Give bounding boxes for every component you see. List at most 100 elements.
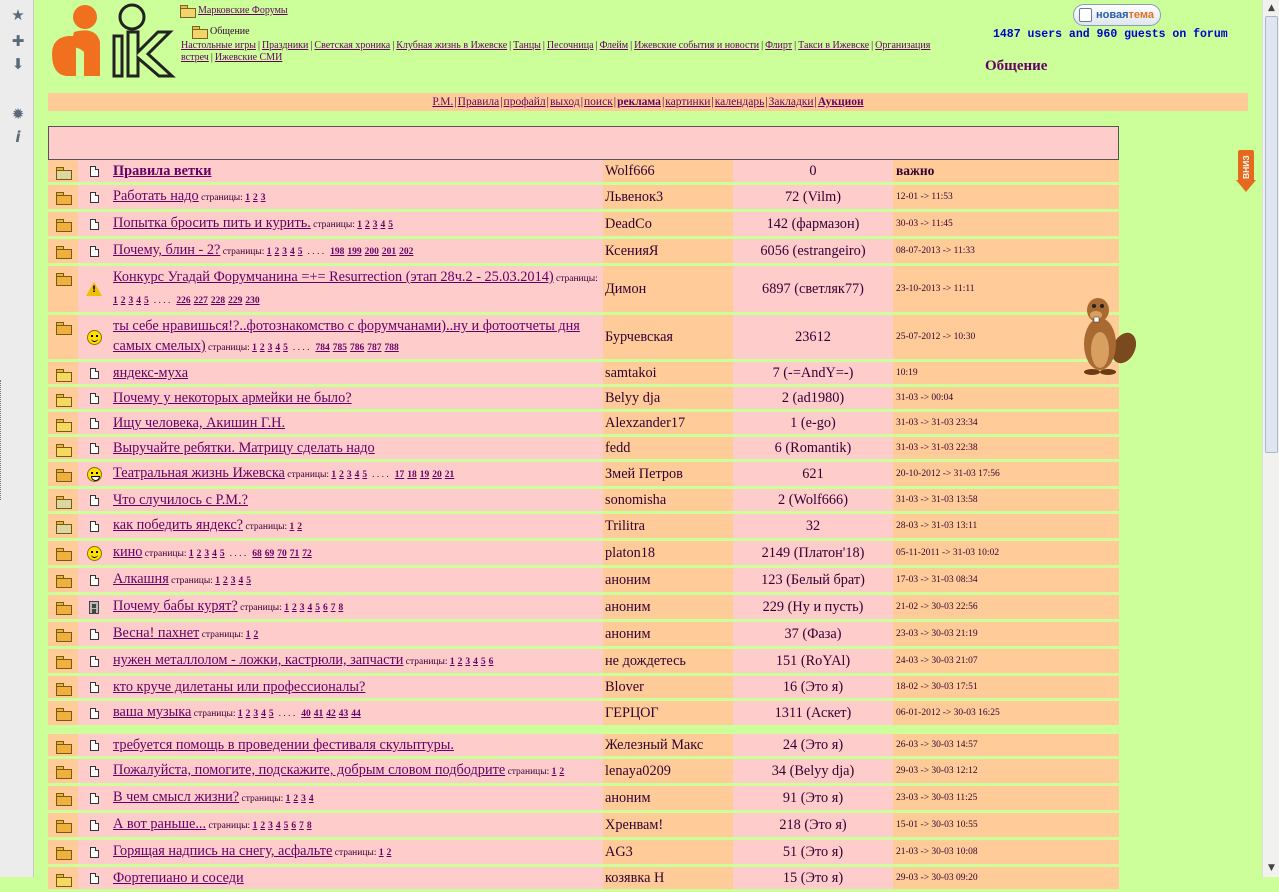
- page-link[interactable]: 5: [298, 247, 303, 257]
- page-link[interactable]: 7: [299, 821, 304, 831]
- page-link[interactable]: 788: [385, 343, 399, 353]
- nav-item[interactable]: Закладки: [769, 96, 814, 108]
- page-link[interactable]: 1: [357, 220, 362, 230]
- page-link[interactable]: 4: [136, 296, 141, 306]
- info-icon[interactable]: i: [9, 128, 27, 146]
- page-link[interactable]: 5: [481, 657, 486, 667]
- page-link[interactable]: 2: [293, 794, 298, 804]
- topic-title-link[interactable]: Ищу человека, Акишин Г.Н.: [113, 415, 285, 431]
- nav-item[interactable]: календарь: [715, 96, 765, 108]
- page-link[interactable]: 2: [559, 767, 564, 777]
- page-link[interactable]: 20: [432, 470, 442, 480]
- topic-title-link[interactable]: В чем смысл жизни?: [113, 789, 239, 805]
- scroll-up-icon[interactable]: ▲: [1265, 1, 1278, 15]
- topic-title-link[interactable]: Конкурс Угадай Форумчанина =+= Resurrect…: [113, 269, 554, 285]
- scroll-down-icon[interactable]: ▼: [1265, 861, 1278, 875]
- page-link[interactable]: 6: [489, 657, 494, 667]
- page-link[interactable]: 8: [307, 821, 312, 831]
- scroll-down-button[interactable]: ВНИЗ: [1236, 150, 1256, 194]
- page-link[interactable]: 1: [252, 343, 257, 353]
- scroll-thumb[interactable]: [1265, 16, 1278, 453]
- topic-title-link[interactable]: Почему бабы курят?: [113, 598, 238, 614]
- category-link[interactable]: Флирт: [765, 40, 792, 51]
- topic-title-link[interactable]: Алкашня: [113, 571, 169, 587]
- page-link[interactable]: 43: [339, 709, 349, 719]
- page-link[interactable]: 1: [290, 522, 295, 532]
- topic-title-link[interactable]: Горящая надпись на снегу, асфальте: [113, 843, 332, 859]
- page-link[interactable]: 18: [407, 470, 417, 480]
- page-link[interactable]: 2: [458, 657, 463, 667]
- topic-title-link[interactable]: Фортепиано и соседи: [113, 870, 244, 886]
- page-link[interactable]: 4: [212, 549, 217, 559]
- page-link[interactable]: 72: [302, 549, 312, 559]
- topic-title-link[interactable]: Театральная жизнь Ижевска: [113, 465, 285, 481]
- page-link[interactable]: 71: [290, 549, 300, 559]
- page-link[interactable]: 230: [245, 296, 259, 306]
- site-logo[interactable]: [48, 2, 178, 80]
- page-link[interactable]: 1: [450, 657, 455, 667]
- nav-item[interactable]: Р.М.: [432, 96, 453, 108]
- page-link[interactable]: 3: [253, 709, 258, 719]
- category-link[interactable]: Такси в Ижевске: [798, 40, 869, 51]
- gear-icon[interactable]: ✹: [9, 105, 27, 123]
- page-link[interactable]: 21: [445, 470, 455, 480]
- nav-item[interactable]: Правила: [458, 96, 500, 108]
- page-link[interactable]: 2: [387, 848, 392, 858]
- page-link[interactable]: 200: [365, 247, 379, 257]
- page-link[interactable]: 228: [211, 296, 225, 306]
- page-link[interactable]: 786: [350, 343, 364, 353]
- page-link[interactable]: 1: [189, 549, 194, 559]
- page-link[interactable]: 3: [300, 603, 305, 613]
- page-link[interactable]: 3: [347, 470, 352, 480]
- topic-title-link[interactable]: Выручайте ребятки. Матрицу сделать надо: [113, 440, 375, 456]
- topic-title-link[interactable]: ваша музыка: [113, 704, 191, 720]
- category-link[interactable]: Флейм: [600, 40, 629, 51]
- page-link[interactable]: 1: [238, 709, 243, 719]
- topic-title-link[interactable]: Работать надо: [113, 188, 199, 204]
- topic-title-link[interactable]: Пожалуйста, помогите, подскажите, добрым…: [113, 762, 505, 778]
- page-link[interactable]: 199: [347, 247, 361, 257]
- page-link[interactable]: 1: [286, 794, 291, 804]
- page-link[interactable]: 5: [315, 603, 320, 613]
- page-link[interactable]: 5: [284, 821, 289, 831]
- page-link[interactable]: 1: [267, 247, 272, 257]
- category-link[interactable]: Настольные игры: [181, 40, 256, 51]
- category-link[interactable]: Светская хроника: [314, 40, 390, 51]
- category-link[interactable]: Ижевские события и новости: [634, 40, 759, 51]
- page-link[interactable]: 202: [399, 247, 413, 257]
- nav-item[interactable]: Аукцион: [818, 96, 864, 108]
- page-link[interactable]: 1: [245, 193, 250, 203]
- download-arrow-icon[interactable]: ⬇: [9, 55, 27, 73]
- category-link[interactable]: Клубная жизнь в Ижевске: [396, 40, 507, 51]
- category-link[interactable]: Песочница: [547, 40, 594, 51]
- page-link[interactable]: 2: [121, 296, 126, 306]
- topic-title-link[interactable]: А вот раньше...: [113, 816, 206, 832]
- category-link[interactable]: Ижевские СМИ: [215, 52, 282, 63]
- page-link[interactable]: 4: [381, 220, 386, 230]
- page-link[interactable]: 3: [282, 247, 287, 257]
- nav-item[interactable]: картинки: [665, 96, 710, 108]
- topic-title-link[interactable]: Весна! пахнет: [113, 625, 199, 641]
- page-link[interactable]: 787: [367, 343, 381, 353]
- vertical-scrollbar[interactable]: ▲ ▼: [1262, 0, 1279, 877]
- topic-title-link[interactable]: как победить яндекс?: [113, 517, 243, 533]
- nav-item[interactable]: поиск: [584, 96, 613, 108]
- page-link[interactable]: 229: [228, 296, 242, 306]
- new-topic-button[interactable]: новаятема: [1073, 4, 1161, 26]
- topic-title-link[interactable]: Что случилось с Р.М.?: [113, 492, 248, 508]
- page-link[interactable]: 1: [379, 848, 384, 858]
- page-link[interactable]: 2: [254, 630, 259, 640]
- page-link[interactable]: 68: [252, 549, 262, 559]
- topic-title-link[interactable]: кто круче дилетаны или профессионалы?: [113, 679, 365, 695]
- page-link[interactable]: 2: [292, 603, 297, 613]
- page-link[interactable]: 3: [373, 220, 378, 230]
- page-link[interactable]: 2: [197, 549, 202, 559]
- page-link[interactable]: 7: [331, 603, 336, 613]
- page-link[interactable]: 19: [420, 470, 430, 480]
- page-link[interactable]: 1: [331, 470, 336, 480]
- page-link[interactable]: 5: [388, 220, 393, 230]
- page-link[interactable]: 5: [362, 470, 367, 480]
- page-link[interactable]: 3: [129, 296, 134, 306]
- page-link[interactable]: 4: [239, 576, 244, 586]
- page-link[interactable]: 4: [261, 709, 266, 719]
